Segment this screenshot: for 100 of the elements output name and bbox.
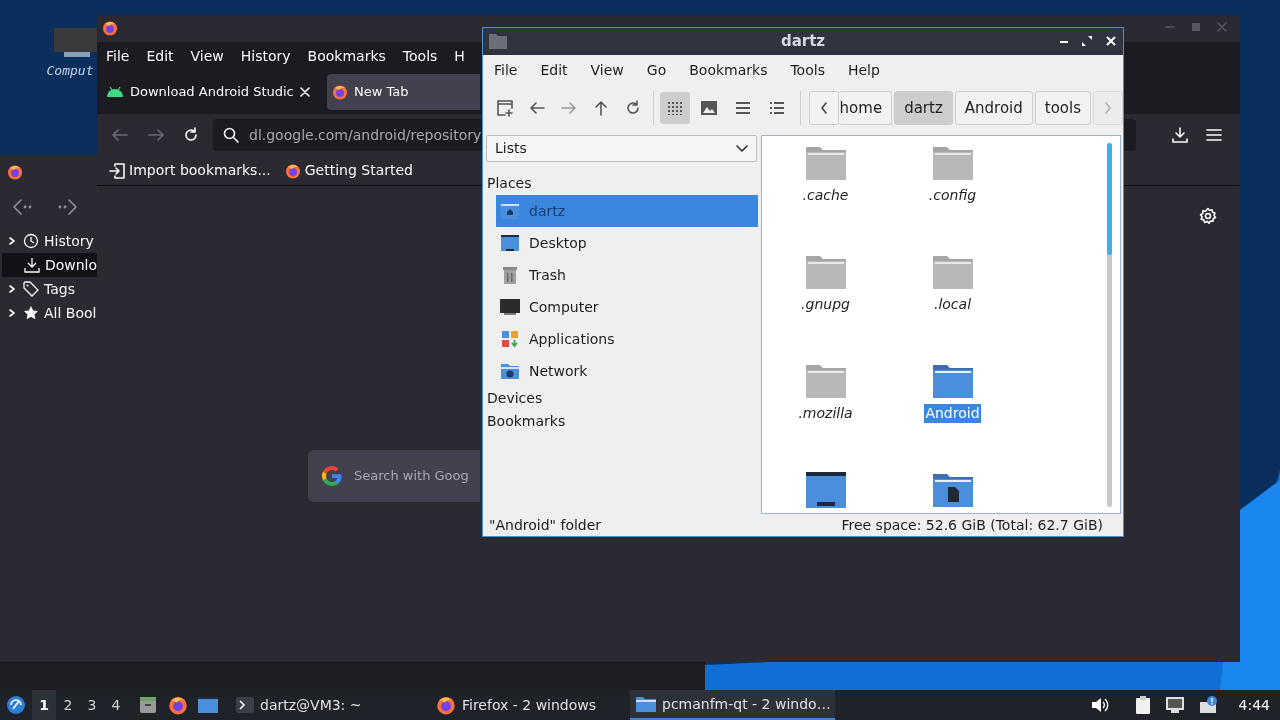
- menu-item[interactable]: Go: [646, 59, 667, 81]
- back-icon[interactable]: [111, 127, 129, 143]
- breadcrumb-button[interactable]: Android: [954, 91, 1033, 125]
- browser-tab[interactable]: Download Android Studic: [101, 74, 323, 110]
- bookmark-item[interactable]: Import bookmarks...: [109, 160, 271, 181]
- desktop-icon: [500, 233, 520, 253]
- chevron-left-icon: [819, 102, 828, 114]
- menu-item[interactable]: Bookmarks: [689, 59, 768, 81]
- section-header[interactable]: Places: [485, 172, 758, 195]
- download-icon: [23, 257, 40, 273]
- computer-icon[interactable]: [54, 28, 100, 58]
- workspace-button[interactable]: 4: [104, 690, 128, 720]
- task-button[interactable]: dartz@VM3: ~: [230, 690, 430, 720]
- section-header[interactable]: Devices: [485, 387, 758, 410]
- selected-row[interactable]: Downlo: [2, 253, 97, 277]
- settings-icon[interactable]: [1199, 207, 1217, 225]
- place-item[interactable]: Network: [496, 355, 758, 387]
- section-header[interactable]: Bookmarks: [485, 410, 758, 433]
- reload-icon[interactable]: [183, 127, 199, 143]
- list-icon: [734, 101, 751, 115]
- menu-item[interactable]: Bookmarks: [307, 45, 386, 67]
- menu-item[interactable]: H: [454, 45, 465, 67]
- desktop-folder-icon[interactable]: [804, 470, 847, 508]
- menu-item[interactable]: Tools: [402, 45, 438, 67]
- new-tab-icon[interactable]: [496, 99, 514, 117]
- folder-name[interactable]: .mozilla: [797, 404, 854, 423]
- task-button[interactable]: Firefox - 2 windows: [430, 690, 630, 720]
- folder-name[interactable]: .local: [932, 295, 973, 314]
- forward-icon[interactable]: [147, 127, 165, 143]
- maximize-icon[interactable]: [1081, 35, 1093, 47]
- firefox-icon: [284, 162, 301, 179]
- up-arrow-icon[interactable]: [594, 100, 609, 116]
- breadcrumb-button[interactable]: dartz: [894, 91, 953, 125]
- clock: 4:44: [1238, 695, 1270, 715]
- terminal-icon: [236, 697, 254, 713]
- desktop-icon[interactable]: [198, 696, 218, 714]
- folder-icon: [636, 696, 656, 712]
- firefox-icon[interactable]: [168, 695, 188, 715]
- place-item[interactable]: Computer: [496, 291, 758, 323]
- window-title: dartz: [780, 31, 826, 53]
- bookmark-item[interactable]: Getting Started: [284, 160, 413, 181]
- network-folder-icon: [500, 361, 520, 381]
- folder-name[interactable]: .gnupg: [800, 295, 851, 314]
- menu-item[interactable]: View: [590, 59, 624, 81]
- start-menu-icon[interactable]: [6, 695, 26, 715]
- trash-icon: [500, 265, 520, 285]
- tab-title: Download Android Studic: [130, 83, 294, 102]
- scrollbar[interactable]: [1107, 143, 1112, 507]
- notification-icon[interactable]: [1198, 696, 1219, 714]
- clock-icon: [23, 233, 39, 249]
- menu-item[interactable]: File: [106, 45, 130, 67]
- place-item[interactable]: Trash: [496, 259, 758, 291]
- file-cabinet-icon[interactable]: [138, 695, 158, 715]
- chevron-icon[interactable]: [8, 308, 16, 318]
- folder-name[interactable]: Android: [924, 404, 981, 423]
- chevron-icon[interactable]: [8, 284, 16, 294]
- menu-icon[interactable]: [1206, 128, 1222, 142]
- tree-label: Tags: [44, 279, 75, 299]
- dropdown[interactable]: Lists: [486, 135, 757, 162]
- firefox-icon: [332, 84, 348, 100]
- view-mode-button[interactable]: [660, 92, 690, 124]
- network-icon[interactable]: [1164, 696, 1185, 714]
- folder-name[interactable]: .cache: [801, 186, 850, 205]
- volume-icon[interactable]: [1090, 697, 1109, 713]
- firefox-icon: [102, 20, 118, 36]
- firefox-icon: [7, 163, 23, 180]
- menu-item[interactable]: View: [190, 45, 224, 67]
- place-item[interactable]: Applications: [496, 323, 758, 355]
- menu-item[interactable]: Help: [847, 59, 880, 81]
- search-input[interactable]: Search with Goog: [354, 466, 478, 486]
- search-icon: [223, 127, 239, 143]
- star-icon: [23, 305, 39, 321]
- menu-item[interactable]: History: [240, 45, 291, 67]
- breadcrumb-button[interactable]: tools: [1034, 91, 1091, 125]
- icon-label[interactable]: Comput: [46, 64, 94, 77]
- search-bar[interactable]: Search with Goog: [308, 450, 480, 502]
- status-text: Free space: 52.6 GiB (Total: 62.7 GiB): [841, 515, 1103, 535]
- download-icon[interactable]: [1172, 127, 1188, 143]
- firefox-icon: [436, 695, 456, 715]
- place-item[interactable]: Desktop: [496, 227, 758, 259]
- menu-item[interactable]: Tools: [790, 59, 825, 81]
- workspace-button[interactable]: 1: [32, 690, 56, 720]
- status-text: "Android" folder: [489, 515, 602, 535]
- workspace-button[interactable]: 2: [56, 690, 80, 720]
- menu-item[interactable]: File: [494, 59, 518, 81]
- folder-name[interactable]: .config: [927, 186, 978, 205]
- task-button[interactable]: pcmanfm-qt - 2 windo…: [630, 690, 835, 720]
- back-icon[interactable]: [529, 101, 546, 115]
- chevron-down-icon: [736, 144, 748, 153]
- workspace-button[interactable]: 3: [80, 690, 104, 720]
- clipboard-icon[interactable]: [1134, 695, 1151, 715]
- chevron-icon[interactable]: [8, 236, 16, 246]
- tree-label: History: [44, 231, 94, 251]
- reload-icon[interactable]: [625, 100, 642, 116]
- breadcrumb-button[interactable]: home: [838, 91, 893, 125]
- browser-tab[interactable]: New Tab: [327, 74, 480, 110]
- monitor-icon: [500, 297, 520, 317]
- tree-label: Downlo: [44, 255, 97, 275]
- menu-item[interactable]: Edit: [540, 59, 568, 81]
- menu-item[interactable]: Edit: [146, 45, 174, 67]
